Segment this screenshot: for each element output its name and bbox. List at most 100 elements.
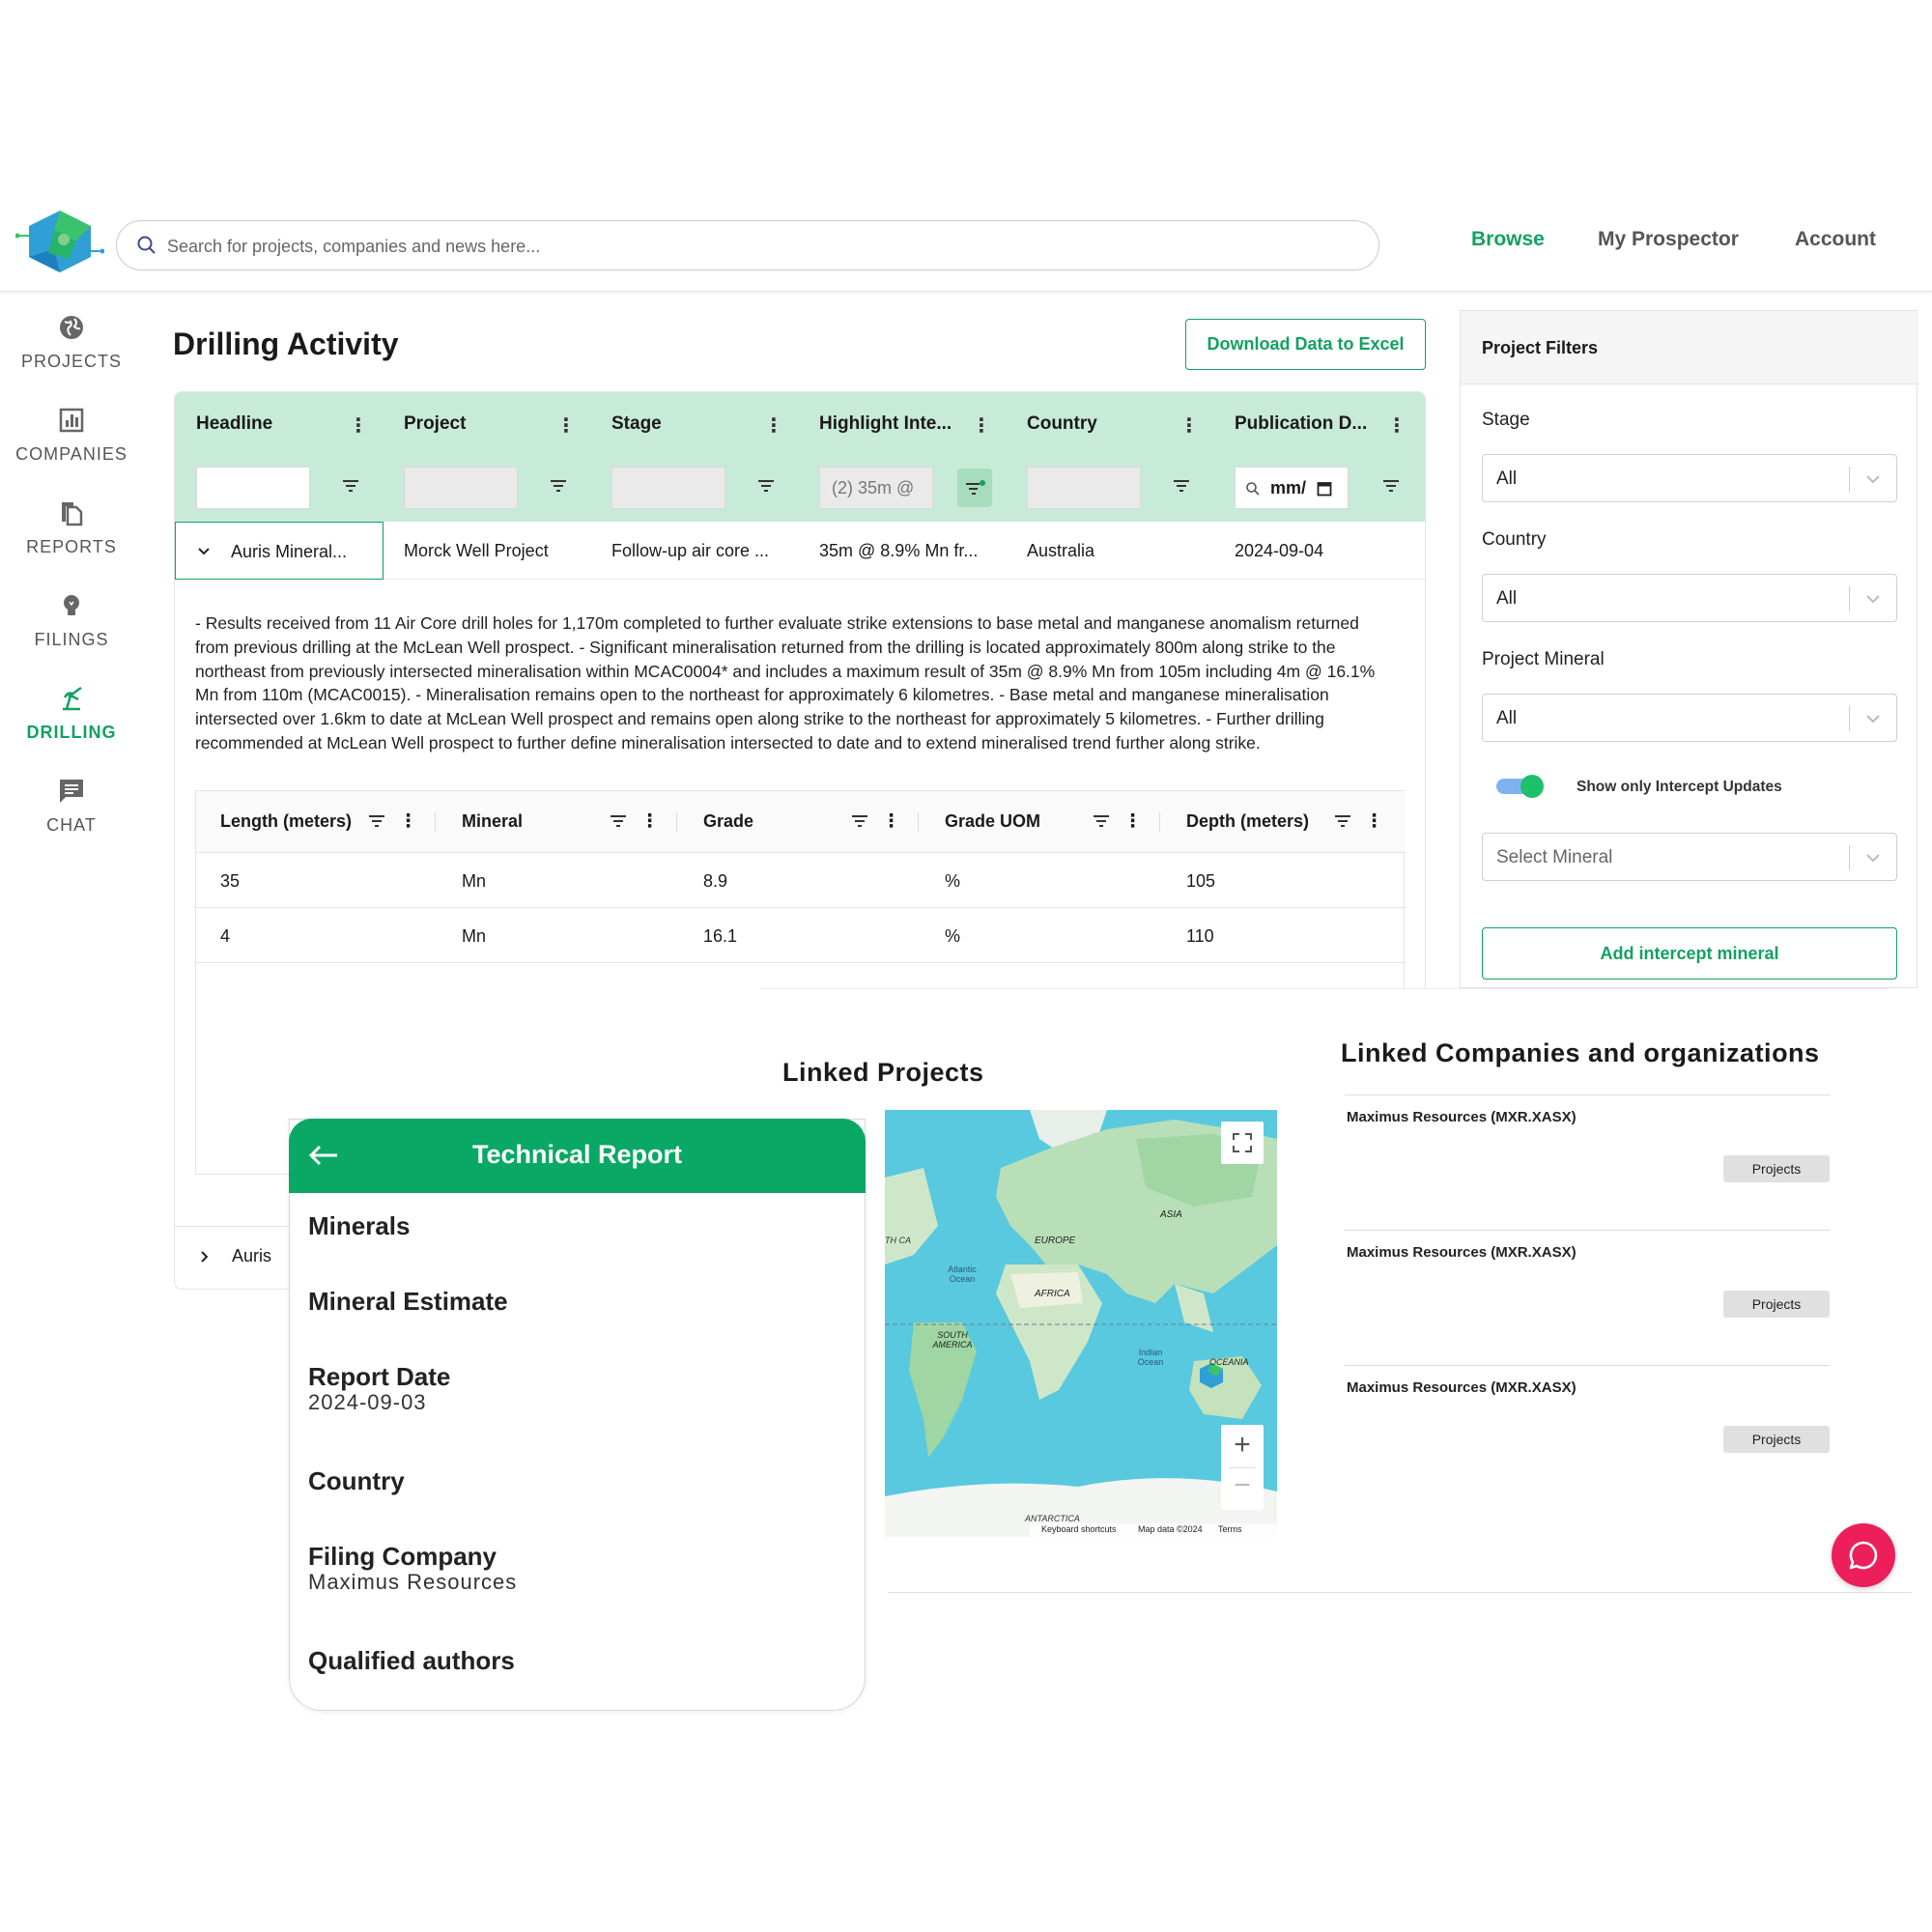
nav-account[interactable]: Account: [1795, 228, 1876, 251]
date-filter-input[interactable]: mm/: [1235, 467, 1349, 509]
column-menu-icon[interactable]: ⋮: [640, 810, 659, 833]
sidebar-item-reports[interactable]: REPORTS: [0, 498, 143, 557]
filter-icon[interactable]: [610, 814, 627, 828]
chat-fab-button[interactable]: [1832, 1523, 1895, 1587]
table-row[interactable]: Auris Mineral... Morck Well Project Foll…: [175, 522, 1425, 580]
table-row[interactable]: 4 Mn 16.1 % 110: [196, 908, 1406, 963]
sidebar-item-chat[interactable]: CHAT: [0, 777, 143, 836]
column-menu-icon[interactable]: ⋮: [349, 413, 368, 438]
country-select[interactable]: All: [1482, 574, 1897, 622]
map-data-credit: Map data ©2024: [1138, 1524, 1203, 1534]
country-select-value: All: [1496, 588, 1518, 609]
sidebar-item-projects[interactable]: PROJECTS: [0, 313, 143, 372]
company-name[interactable]: Maximus Resources (MXR.XASX): [1347, 1109, 1577, 1125]
stage-select[interactable]: All: [1482, 454, 1897, 502]
filter-icon[interactable]: [1093, 814, 1110, 828]
map-label-south-america: SOUTH AMERICA: [932, 1330, 973, 1350]
app-logo-icon[interactable]: [15, 207, 104, 278]
country-filter-input[interactable]: [1027, 467, 1141, 509]
column-header-stage[interactable]: Stage: [611, 413, 662, 435]
mineral-value: Mn: [462, 926, 487, 946]
search-bar[interactable]: [116, 220, 1379, 270]
filter-icon[interactable]: [341, 478, 360, 494]
add-intercept-mineral-button[interactable]: Add intercept mineral: [1482, 927, 1897, 980]
linked-companies-title: Linked Companies and organizations: [1341, 1038, 1820, 1067]
column-header-project[interactable]: Project: [404, 413, 466, 435]
headline-cell[interactable]: Auris Mineral...: [175, 522, 384, 580]
column-header-mineral[interactable]: Mineral: [462, 811, 523, 832]
column-menu-icon[interactable]: ⋮: [556, 413, 576, 438]
depth-value: 110: [1186, 926, 1214, 946]
table-row[interactable]: 35 Mn 8.9 % 105: [196, 853, 1406, 908]
company-name[interactable]: Maximus Resources (MXR.XASX): [1347, 1379, 1577, 1396]
column-header-grade-uom[interactable]: Grade UOM: [945, 811, 1040, 832]
active-filter-button[interactable]: [957, 469, 992, 507]
filter-icon[interactable]: [851, 814, 868, 828]
column-divider: [1159, 812, 1160, 832]
select-divider: [1849, 467, 1850, 492]
filter-active-icon: [966, 480, 985, 495]
column-header-length[interactable]: Length (meters): [220, 811, 352, 832]
column-header-country[interactable]: Country: [1027, 413, 1097, 435]
page-title: Drilling Activity: [173, 327, 399, 361]
world-map-graphic[interactable]: [885, 1110, 1277, 1537]
sidebar-item-label: COMPANIES: [15, 444, 128, 464]
column-header-depth[interactable]: Depth (meters): [1186, 811, 1309, 832]
map-terms[interactable]: Terms: [1218, 1524, 1242, 1534]
filter-icon[interactable]: [756, 478, 776, 494]
select-mineral-placeholder: Select Mineral: [1496, 847, 1613, 867]
nav-browse[interactable]: Browse: [1471, 228, 1545, 251]
map-label-atlantic: Atlantic Ocean: [948, 1264, 977, 1284]
download-excel-button[interactable]: Download Data to Excel: [1185, 319, 1426, 370]
technical-report-title: Technical Report: [471, 1140, 683, 1169]
sidebar-item-label: REPORTS: [26, 537, 117, 556]
map-keyboard-shortcuts[interactable]: Keyboard shortcuts: [1041, 1524, 1117, 1534]
column-menu-icon[interactable]: ⋮: [972, 413, 991, 438]
column-header-headline[interactable]: Headline: [196, 413, 272, 435]
filter-icon[interactable]: [1381, 478, 1401, 494]
technical-report-header: Technical Report: [289, 1119, 866, 1193]
intercept-updates-toggle[interactable]: [1496, 774, 1545, 799]
column-menu-icon[interactable]: ⋮: [399, 810, 417, 833]
map-footer: Keyboard shortcuts Map data ©2024 Terms: [1030, 1523, 1277, 1537]
linked-projects-map[interactable]: TH CA EUROPE ASIA Atlantic Ocean AFRICA …: [885, 1110, 1277, 1537]
company-name[interactable]: Maximus Resources (MXR.XASX): [1347, 1244, 1577, 1261]
company-projects-button[interactable]: Projects: [1723, 1291, 1830, 1318]
date-value: 2024-09-04: [1235, 541, 1324, 560]
filter-icon[interactable]: [1334, 814, 1351, 828]
column-header-publication-date[interactable]: Publication D...: [1235, 413, 1367, 435]
chevron-right-icon[interactable]: [200, 1250, 210, 1264]
filter-icon[interactable]: [549, 478, 568, 494]
country-value: Australia: [1027, 541, 1095, 560]
chat-icon: [60, 780, 83, 803]
headline-filter-input[interactable]: [196, 467, 310, 509]
stage-filter-input[interactable]: [611, 467, 725, 509]
calendar-icon[interactable]: [1317, 480, 1332, 497]
project-mineral-select[interactable]: All: [1482, 694, 1897, 742]
map-fullscreen-button[interactable]: [1221, 1122, 1264, 1164]
column-menu-icon[interactable]: ⋮: [1365, 810, 1383, 833]
zoom-out-button[interactable]: −: [1221, 1469, 1264, 1502]
chevron-down-icon[interactable]: [197, 547, 211, 556]
company-projects-button[interactable]: Projects: [1723, 1426, 1830, 1453]
highlight-filter-input[interactable]: (2) 35m @: [819, 467, 933, 509]
table-row[interactable]: Auris: [175, 1227, 271, 1285]
sidebar-item-companies[interactable]: COMPANIES: [0, 406, 143, 465]
filter-icon[interactable]: [368, 814, 385, 828]
column-menu-icon[interactable]: ⋮: [1179, 413, 1199, 438]
column-menu-icon[interactable]: ⋮: [1123, 810, 1142, 833]
column-menu-icon[interactable]: ⋮: [1387, 413, 1406, 438]
nav-my-prospector[interactable]: My Prospector: [1598, 228, 1739, 251]
column-menu-icon[interactable]: ⋮: [764, 413, 783, 438]
company-projects-button[interactable]: Projects: [1723, 1155, 1830, 1182]
column-header-grade[interactable]: Grade: [703, 811, 753, 832]
zoom-in-button[interactable]: +: [1221, 1429, 1264, 1462]
sidebar-item-drilling[interactable]: DRILLING: [0, 684, 143, 743]
sidebar-item-filings[interactable]: FILINGS: [0, 591, 143, 650]
project-filter-input[interactable]: [404, 467, 518, 509]
filter-icon[interactable]: [1172, 478, 1191, 494]
column-header-highlight[interactable]: Highlight Inte...: [819, 413, 952, 435]
search-input[interactable]: [167, 227, 1326, 266]
column-menu-icon[interactable]: ⋮: [882, 810, 900, 833]
select-mineral-dropdown[interactable]: Select Mineral: [1482, 833, 1897, 881]
